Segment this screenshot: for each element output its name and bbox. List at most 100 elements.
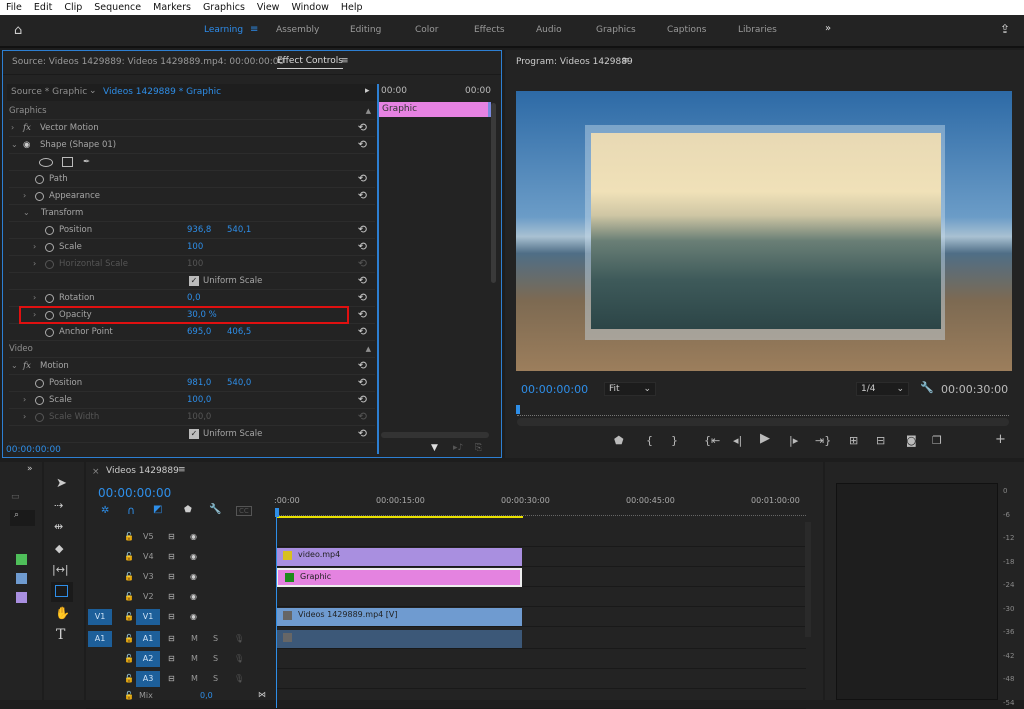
source-patch-v1[interactable]: V1 bbox=[88, 609, 112, 625]
sync-icon[interactable]: ⊟ bbox=[168, 592, 175, 601]
chevron-double-right-icon[interactable]: » bbox=[825, 23, 831, 34]
sync-icon[interactable]: ⊟ bbox=[168, 612, 175, 621]
label-color-swatch[interactable] bbox=[16, 554, 27, 565]
collapse-icon[interactable]: ▲ bbox=[366, 103, 371, 119]
mini-clip-graphic[interactable]: Graphic bbox=[379, 102, 491, 117]
lock-icon[interactable]: 🔓 bbox=[124, 612, 134, 621]
step-back-icon[interactable]: ◂| bbox=[733, 434, 742, 447]
add-marker-icon[interactable]: ⬟ bbox=[184, 505, 192, 515]
stopwatch-icon[interactable] bbox=[35, 379, 44, 388]
ec-playhead[interactable] bbox=[377, 84, 379, 454]
sequence-tab[interactable]: Videos 1429889 bbox=[106, 466, 179, 476]
tab-workspace-libraries[interactable]: Libraries bbox=[738, 25, 777, 35]
folder-icon[interactable]: ▭ bbox=[11, 492, 20, 502]
property-value-2[interactable]: 540,0 bbox=[227, 375, 251, 391]
resolution-select[interactable]: 1/4 ⌄ bbox=[856, 382, 909, 396]
sync-icon[interactable]: ⊟ bbox=[168, 532, 175, 541]
tab-effect-controls[interactable]: Effect Controls bbox=[277, 56, 343, 69]
panel-menu-icon[interactable]: ≡ bbox=[341, 56, 349, 66]
chevron-down-icon[interactable]: ⌄ bbox=[11, 137, 18, 153]
mute-button[interactable]: M bbox=[191, 654, 198, 663]
property-value[interactable]: 100,0 bbox=[187, 409, 211, 425]
reset-icon[interactable]: ⟲ bbox=[358, 222, 367, 238]
property-value-2[interactable]: 406,5 bbox=[227, 324, 251, 340]
reset-icon[interactable]: ⟲ bbox=[358, 188, 367, 204]
stopwatch-icon[interactable] bbox=[35, 192, 44, 201]
ec-scrollbar[interactable] bbox=[491, 103, 496, 283]
play-icon[interactable]: ▶ bbox=[760, 431, 770, 446]
track-target-a2[interactable]: A2 bbox=[136, 651, 160, 667]
checkbox-uniform-scale[interactable]: ✓ bbox=[189, 276, 199, 286]
rectangle-icon[interactable] bbox=[62, 157, 73, 167]
chevron-down-icon[interactable]: ⌄ bbox=[11, 358, 18, 374]
stopwatch-icon[interactable] bbox=[45, 243, 54, 252]
wrench-icon[interactable]: 🔧 bbox=[920, 381, 934, 394]
stopwatch-icon[interactable] bbox=[45, 294, 54, 303]
lock-icon[interactable]: 🔓 bbox=[124, 674, 134, 683]
chevron-right-icon[interactable]: › bbox=[23, 188, 26, 204]
sync-icon[interactable]: ⊟ bbox=[168, 572, 175, 581]
property-value-2[interactable]: 540,1 bbox=[227, 222, 251, 238]
eye-icon[interactable]: ◉ bbox=[190, 592, 197, 601]
mic-icon[interactable]: 🎙 bbox=[234, 654, 244, 663]
reset-icon[interactable]: ⟲ bbox=[358, 375, 367, 391]
eye-icon[interactable]: ◉ bbox=[190, 532, 197, 541]
sync-icon[interactable]: ⊟ bbox=[168, 552, 175, 561]
add-button-icon[interactable]: + bbox=[995, 432, 1006, 447]
mic-icon[interactable]: 🎙 bbox=[234, 634, 244, 643]
chevron-right-icon[interactable]: › bbox=[23, 392, 26, 408]
clip[interactable]: Videos 1429889.mp4 [V] bbox=[276, 608, 522, 626]
property-value[interactable]: 936,8 bbox=[187, 222, 211, 238]
rectangle-tool-icon[interactable] bbox=[51, 582, 73, 602]
menu-file[interactable]: File bbox=[0, 0, 28, 15]
home-icon[interactable]: ⌂ bbox=[14, 23, 22, 38]
sync-icon[interactable]: ⊟ bbox=[168, 654, 175, 663]
hand-tool-icon[interactable]: ✋ bbox=[55, 606, 70, 620]
tab-workspace-editing[interactable]: Editing bbox=[350, 25, 381, 35]
captions-icon[interactable]: CC bbox=[236, 506, 252, 516]
property-value[interactable]: 0,0 bbox=[187, 290, 201, 306]
lock-icon[interactable]: 🔓 bbox=[124, 552, 134, 561]
property-value[interactable]: 100 bbox=[187, 256, 203, 272]
track-target-v3[interactable]: V3 bbox=[143, 572, 154, 581]
video-preview[interactable] bbox=[516, 91, 1012, 371]
track-select-tool-icon[interactable]: ⇢ bbox=[54, 499, 63, 512]
property-value[interactable]: 100 bbox=[187, 239, 203, 255]
menu-graphics[interactable]: Graphics bbox=[197, 0, 251, 15]
source-patch-a1[interactable]: A1 bbox=[88, 631, 112, 647]
ec-timecode[interactable]: 00:00:00:00 bbox=[6, 445, 61, 455]
lift-icon[interactable]: ⊞ bbox=[849, 434, 858, 447]
mic-icon[interactable]: 🎙 bbox=[234, 674, 244, 683]
wrench-icon[interactable]: 🔧 bbox=[209, 504, 221, 515]
clip[interactable]: Graphic bbox=[276, 568, 522, 587]
tab-workspace-learning[interactable]: Learning bbox=[204, 25, 243, 35]
chevron-down-icon[interactable]: ⌄ bbox=[23, 205, 30, 221]
reset-icon[interactable]: ⟲ bbox=[358, 171, 367, 187]
extract-icon[interactable]: ⊟ bbox=[876, 434, 885, 447]
label-color-swatch[interactable] bbox=[16, 573, 27, 584]
checkbox-uniform-scale[interactable]: ✓ bbox=[189, 429, 199, 439]
track-target-v5[interactable]: V5 bbox=[143, 532, 154, 541]
track-target-v2[interactable]: V2 bbox=[143, 592, 154, 601]
mute-button[interactable]: M bbox=[191, 674, 198, 683]
close-icon[interactable]: × bbox=[92, 467, 100, 477]
selection-tool-icon[interactable]: ➤ bbox=[56, 476, 67, 491]
chevron-double-right-icon[interactable]: » bbox=[27, 464, 33, 474]
reset-icon[interactable]: ⟲ bbox=[358, 307, 367, 323]
property-value[interactable]: 981,0 bbox=[187, 375, 211, 391]
share-icon[interactable]: ⇪ bbox=[1000, 22, 1010, 36]
reset-icon[interactable]: ⟲ bbox=[358, 426, 367, 442]
track-target-a1[interactable]: A1 bbox=[136, 631, 160, 647]
slip-tool-icon[interactable]: |↔| bbox=[52, 563, 69, 576]
solo-button[interactable]: S bbox=[213, 654, 218, 663]
tab-workspace-color[interactable]: Color bbox=[415, 25, 439, 35]
solo-button[interactable]: S bbox=[213, 674, 218, 683]
go-to-in-icon[interactable]: {⇤ bbox=[704, 434, 720, 447]
chevron-right-icon[interactable]: › bbox=[11, 120, 14, 136]
stopwatch-icon[interactable] bbox=[35, 396, 44, 405]
fit-select[interactable]: Fit ⌄ bbox=[604, 382, 656, 396]
linked-selection-icon[interactable]: ◩ bbox=[153, 504, 162, 515]
stopwatch-icon[interactable] bbox=[45, 260, 54, 269]
track-target-v4[interactable]: V4 bbox=[143, 552, 154, 561]
snap-magnet-icon[interactable]: ∩ bbox=[127, 504, 135, 517]
